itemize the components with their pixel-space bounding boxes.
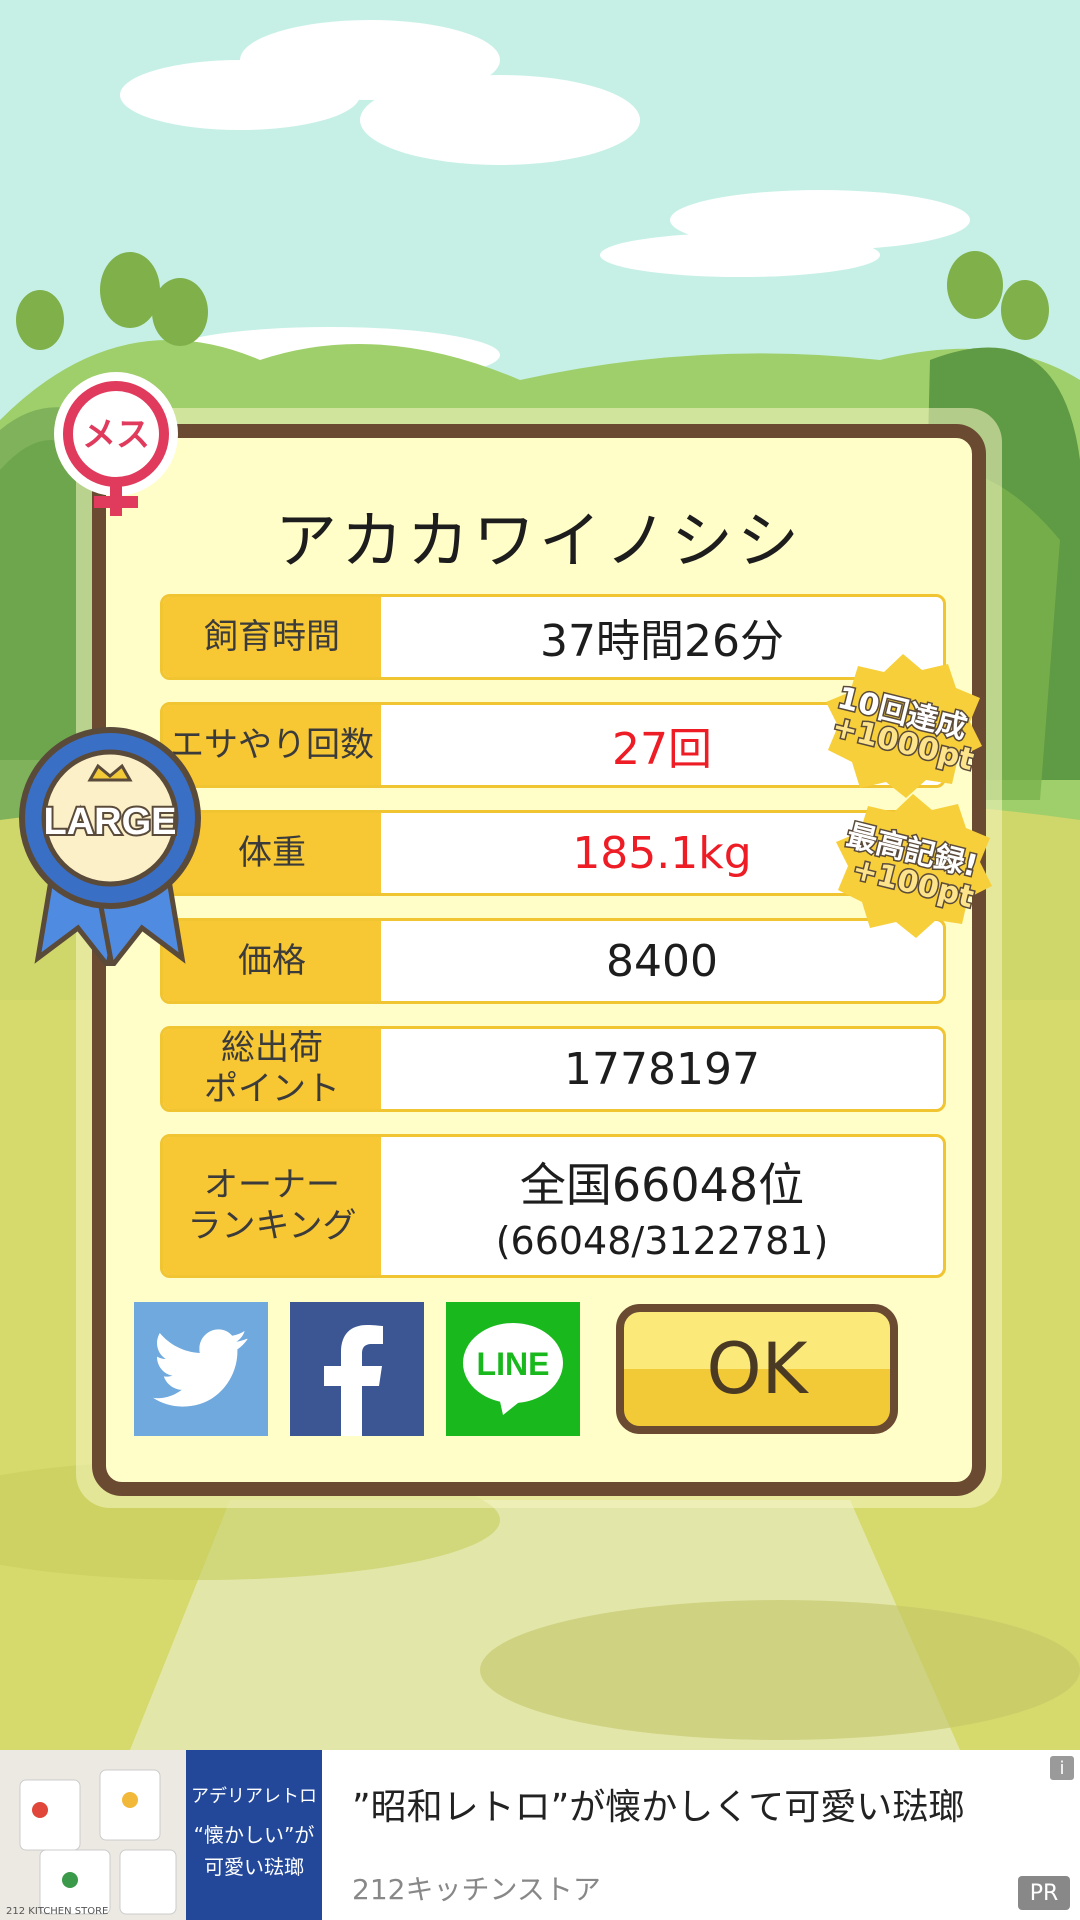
ad-image[interactable]: アデリアレトロ “懐かしい”が 可愛い琺瑯 212 KITCHEN STORE [0, 1750, 322, 1920]
size-label: LARGE [44, 801, 177, 843]
stat-value-text: 185.1kg [572, 827, 752, 879]
twitter-share-button[interactable] [134, 1302, 268, 1436]
stat-value-text: 1778197 [564, 1043, 760, 1095]
twitter-icon [153, 1329, 248, 1407]
stat-value-text: 37時間26分 [540, 616, 784, 667]
ranking-detail: (66048/3122781) [495, 1219, 829, 1263]
ranking-value: 全国66048位 [519, 1158, 805, 1212]
stat-row-total-points: 総出荷 ポイント 1778197 [160, 1026, 946, 1112]
award-badge-feed: 10回達成 +1000pt [818, 650, 988, 800]
ad-title[interactable]: ”昭和レトロ”が懐かしくて可愛い琺瑯 [352, 1778, 964, 1830]
ad-pr-badge: PR [1018, 1876, 1070, 1910]
female-badge: メス [50, 372, 182, 522]
gender-label: メス [82, 415, 150, 455]
line-share-button[interactable]: LINE [446, 1302, 580, 1436]
line-text: LINE [477, 1346, 550, 1382]
stat-label: 飼育時間 [163, 597, 381, 677]
stat-value: 1778197 [381, 1029, 943, 1109]
large-size-badge: LARGE [18, 718, 202, 972]
ad-image-text: “懐かしい”が [194, 1823, 315, 1847]
line-icon: LINE [463, 1323, 563, 1415]
ad-banner[interactable]: アデリアレトロ “懐かしい”が 可愛い琺瑯 212 KITCHEN STORE … [0, 1750, 1080, 1920]
stat-value: 全国66048位 (66048/3122781) [381, 1137, 943, 1275]
facebook-share-button[interactable] [290, 1302, 424, 1436]
ad-image-text: 可愛い琺瑯 [204, 1855, 304, 1879]
animal-name: アカカワイノシシ [274, 504, 803, 577]
ad-source: 212キッチンストア [352, 1873, 601, 1906]
ad-image-brand: 212 KITCHEN STORE [6, 1906, 108, 1917]
ad-info-icon[interactable]: i [1050, 1756, 1074, 1780]
stat-value-text: 8400 [606, 935, 718, 987]
stat-value-text: 27回 [612, 724, 712, 775]
stat-label: オーナー ランキング [163, 1137, 381, 1275]
facebook-icon [324, 1325, 383, 1436]
stat-label: 総出荷 ポイント [163, 1029, 381, 1109]
ok-button[interactable]: OK [616, 1304, 898, 1434]
stat-row-owner-ranking: オーナー ランキング 全国66048位 (66048/3122781) [160, 1134, 946, 1278]
ad-image-text: アデリアレトロ [191, 1786, 317, 1807]
award-badge-record: 最高記録! +100pt [828, 790, 998, 940]
result-panel: アカカワイノシシ 飼育時間 37時間26分 エサやり回数 27回 体重 185.… [92, 424, 986, 1496]
